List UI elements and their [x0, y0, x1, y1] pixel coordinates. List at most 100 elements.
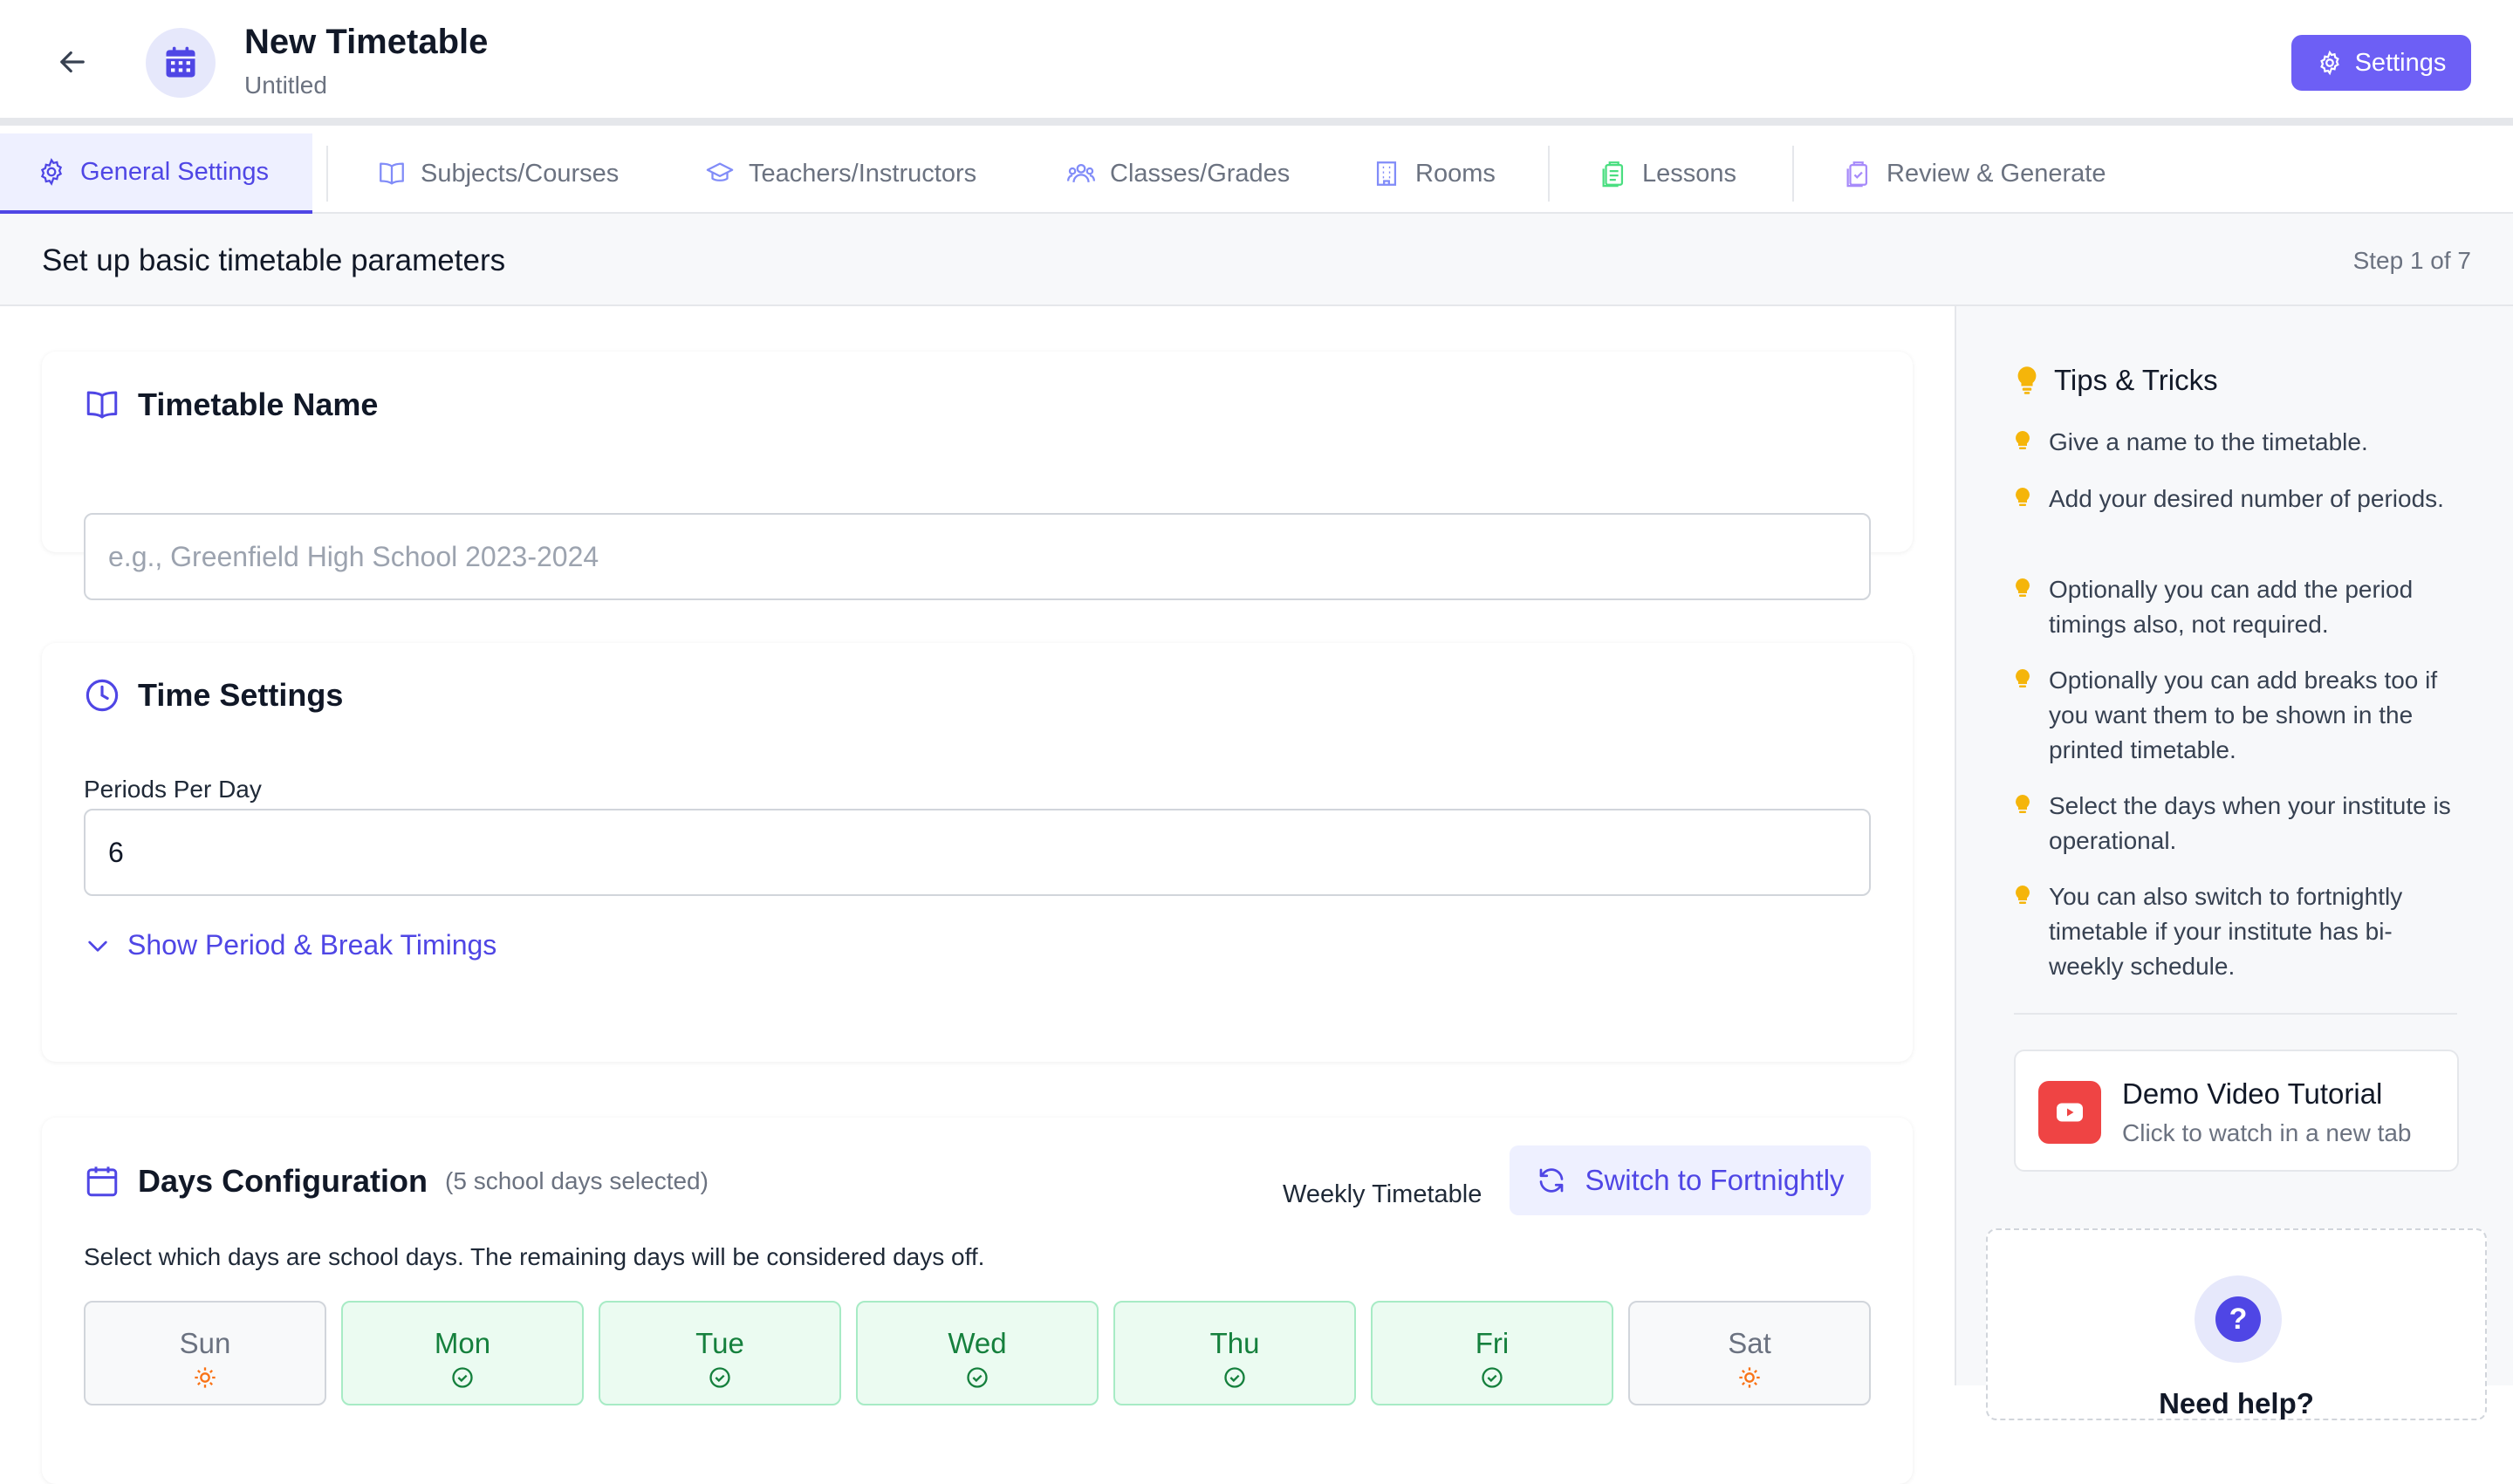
- calendar-icon: [166, 46, 195, 78]
- time-settings-card: Time Settings Periods Per Day 6 Show Per…: [42, 643, 1913, 1062]
- building-icon: [1376, 161, 1397, 186]
- tips-sidebar: Tips & Tricks Give a name to the timetab…: [1955, 306, 2513, 1420]
- show-timings-toggle[interactable]: Show Period & Break Timings: [84, 929, 496, 961]
- chevron-down-icon: [88, 940, 107, 952]
- tip-item: Optionally you can add breaks too if you…: [2014, 663, 2459, 768]
- timetable-mode-label: Weekly Timetable: [1283, 1180, 1482, 1208]
- tab-label: Subjects/Courses: [421, 159, 620, 188]
- tips-title: Tips & Tricks: [2054, 364, 2218, 396]
- back-arrow-icon[interactable]: [54, 44, 91, 80]
- lightbulb-icon: [2016, 488, 2030, 506]
- tab-review-generate[interactable]: Review & Generate: [1843, 133, 2106, 214]
- app-header: New Timetable Untitled Settings: [0, 0, 2513, 126]
- tab-teachers-instructors[interactable]: Teachers/Instructors: [705, 133, 976, 214]
- help-icon-wrapper: ?: [2195, 1275, 2282, 1363]
- tab-divider: [1792, 146, 1794, 202]
- calendar-avatar: [146, 28, 216, 98]
- tip-item: You can also switch to fortnightly timet…: [2014, 879, 2459, 984]
- tip-item: Select the days when your institute is o…: [2014, 789, 2459, 858]
- check-circle-icon: [709, 1367, 730, 1388]
- help-title: Need help?: [2159, 1387, 2314, 1419]
- day-toggle-mon[interactable]: Mon: [341, 1301, 584, 1405]
- periods-per-day-input[interactable]: 6: [84, 809, 1871, 896]
- settings-button[interactable]: Settings: [2291, 35, 2471, 91]
- day-label: Mon: [434, 1327, 491, 1359]
- main-content: Timetable Name e.g., Greenfield High Sch…: [0, 306, 1955, 1484]
- page-title: New Timetable: [244, 23, 489, 61]
- day-toggle-fri[interactable]: Fri: [1371, 1301, 1613, 1405]
- check-circle-icon: [967, 1367, 988, 1388]
- days-instruction: Select which days are school days. The r…: [84, 1243, 985, 1270]
- lightbulb-icon: [2016, 578, 2030, 597]
- graduation-cap-icon: [706, 162, 734, 181]
- settings-button-label: Settings: [2354, 48, 2447, 77]
- gear-icon: [2319, 50, 2339, 76]
- day-label: Thu: [1209, 1327, 1260, 1359]
- tab-label: Classes/Grades: [1110, 159, 1291, 188]
- step-indicator: Step 1 of 7: [2352, 247, 2471, 274]
- tip-text: Optionally you can add breaks too if you…: [2049, 667, 2438, 763]
- day-toggle-tue[interactable]: Tue: [599, 1301, 841, 1405]
- tab-rooms[interactable]: Rooms: [1372, 133, 1496, 214]
- days-configuration-card: Days Configuration (5 school days select…: [42, 1118, 1913, 1484]
- tab-label: Lessons: [1642, 159, 1737, 188]
- tab-general-settings[interactable]: General Settings: [0, 133, 312, 214]
- lightbulb-icon: [2016, 795, 2030, 813]
- check-circle-icon: [1482, 1367, 1503, 1388]
- tab-lessons[interactable]: Lessons: [1599, 133, 1736, 214]
- demo-video-card[interactable]: Demo Video Tutorial Click to watch in a …: [2014, 1050, 2459, 1172]
- selected-days-count: (5 school days selected): [445, 1167, 709, 1194]
- show-timings-label: Show Period & Break Timings: [127, 929, 497, 961]
- sidebar-divider: [2014, 1013, 2457, 1015]
- day-toggle-wed[interactable]: Wed: [856, 1301, 1099, 1405]
- tip-text: Add your desired number of periods.: [2049, 485, 2444, 512]
- tab-label: Rooms: [1415, 159, 1496, 188]
- tab-divider: [326, 146, 328, 202]
- day-toggle-sat[interactable]: Sat: [1628, 1301, 1871, 1405]
- help-card[interactable]: ? Need help?: [1986, 1228, 2487, 1420]
- card-title: Days Configuration: [138, 1163, 428, 1199]
- timetable-name-card: Timetable Name e.g., Greenfield High Sch…: [42, 352, 1913, 600]
- refresh-icon: [1540, 1168, 1564, 1193]
- tab-label: General Settings: [80, 157, 270, 186]
- check-circle-icon: [1224, 1367, 1245, 1388]
- tip-text: Optionally you can add the period timing…: [2049, 576, 2414, 638]
- days-configuration-heading: Days Configuration (5 school days select…: [84, 1163, 709, 1200]
- book-icon: [380, 162, 404, 185]
- day-label: Sun: [179, 1327, 231, 1359]
- clock-icon: [86, 679, 119, 712]
- book-icon: [86, 391, 118, 419]
- tab-label: Review & Generate: [1886, 159, 2106, 188]
- switch-fortnightly-label: Switch to Fortnightly: [1585, 1164, 1845, 1196]
- tip-text: Give a name to the timetable.: [2049, 428, 2368, 455]
- tab-divider: [1548, 146, 1550, 202]
- question-icon: ?: [2215, 1296, 2261, 1342]
- day-label: Tue: [695, 1327, 744, 1359]
- timetable-name-heading: Timetable Name: [84, 386, 378, 423]
- card-title: Timetable Name: [138, 386, 379, 422]
- demo-video-subtitle: Click to watch in a new tab: [2122, 1119, 2412, 1146]
- tab-subjects-courses[interactable]: Subjects/Courses: [377, 133, 619, 214]
- tab-classes-grades[interactable]: Classes/Grades: [1066, 133, 1290, 214]
- card-title: Time Settings: [138, 677, 344, 713]
- day-toggle-sun[interactable]: Sun: [84, 1301, 326, 1405]
- day-label: Wed: [948, 1327, 1007, 1359]
- page-subtitle: Untitled: [244, 72, 327, 99]
- users-icon: [1066, 163, 1096, 183]
- calendar-icon: [86, 1166, 118, 1197]
- demo-video-title: Demo Video Tutorial: [2122, 1077, 2383, 1110]
- lightbulb-icon: [2016, 431, 2030, 449]
- time-settings-heading: Time Settings: [84, 677, 343, 714]
- clipboard-icon: [1602, 161, 1624, 188]
- clipboard-check-icon: [1846, 161, 1868, 188]
- lightbulb-icon: [2017, 366, 2037, 394]
- sun-icon: [195, 1367, 216, 1388]
- tip-item: Give a name to the timetable.: [2014, 425, 2459, 460]
- day-toggle-thu[interactable]: Thu: [1113, 1301, 1356, 1405]
- periods-per-day-label: Periods Per Day: [84, 776, 262, 803]
- tips-heading: Tips & Tricks: [2014, 364, 2218, 397]
- tip-item: Optionally you can add the period timing…: [2014, 572, 2459, 642]
- switch-fortnightly-button[interactable]: Switch to Fortnightly: [1510, 1145, 1871, 1215]
- sun-icon: [1739, 1367, 1760, 1388]
- timetable-name-input[interactable]: e.g., Greenfield High School 2023-2024: [84, 513, 1871, 600]
